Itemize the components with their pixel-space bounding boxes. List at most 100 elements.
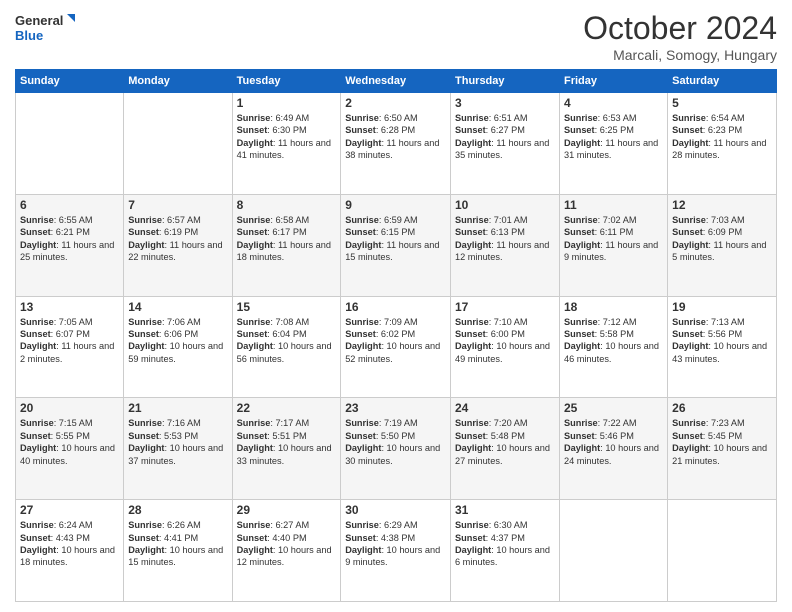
day-info: Sunrise: 7:10 AMSunset: 6:00 PMDaylight:… — [455, 316, 555, 366]
day-number: 23 — [345, 401, 446, 415]
day-number: 4 — [564, 96, 663, 110]
title-block: October 2024 Marcali, Somogy, Hungary — [583, 10, 777, 63]
day-info: Sunrise: 7:17 AMSunset: 5:51 PMDaylight:… — [237, 417, 337, 467]
day-info: Sunrise: 6:26 AMSunset: 4:41 PMDaylight:… — [128, 519, 227, 569]
day-info: Sunrise: 7:05 AMSunset: 6:07 PMDaylight:… — [20, 316, 119, 366]
day-info: Sunrise: 6:24 AMSunset: 4:43 PMDaylight:… — [20, 519, 119, 569]
day-number: 29 — [237, 503, 337, 517]
svg-text:General: General — [15, 13, 63, 28]
calendar-cell: 28Sunrise: 6:26 AMSunset: 4:41 PMDayligh… — [124, 500, 232, 602]
day-number: 2 — [345, 96, 446, 110]
calendar-cell: 5Sunrise: 6:54 AMSunset: 6:23 PMDaylight… — [668, 93, 777, 195]
day-info: Sunrise: 6:53 AMSunset: 6:25 PMDaylight:… — [564, 112, 663, 162]
day-info: Sunrise: 7:12 AMSunset: 5:58 PMDaylight:… — [564, 316, 663, 366]
day-info: Sunrise: 7:09 AMSunset: 6:02 PMDaylight:… — [345, 316, 446, 366]
day-info: Sunrise: 6:59 AMSunset: 6:15 PMDaylight:… — [345, 214, 446, 264]
day-info: Sunrise: 7:03 AMSunset: 6:09 PMDaylight:… — [672, 214, 772, 264]
day-number: 6 — [20, 198, 119, 212]
day-info: Sunrise: 6:29 AMSunset: 4:38 PMDaylight:… — [345, 519, 446, 569]
day-info: Sunrise: 7:19 AMSunset: 5:50 PMDaylight:… — [345, 417, 446, 467]
calendar-cell: 24Sunrise: 7:20 AMSunset: 5:48 PMDayligh… — [451, 398, 560, 500]
day-number: 16 — [345, 300, 446, 314]
day-number: 27 — [20, 503, 119, 517]
calendar-cell: 1Sunrise: 6:49 AMSunset: 6:30 PMDaylight… — [232, 93, 341, 195]
calendar-cell: 18Sunrise: 7:12 AMSunset: 5:58 PMDayligh… — [559, 296, 667, 398]
calendar-cell: 11Sunrise: 7:02 AMSunset: 6:11 PMDayligh… — [559, 194, 667, 296]
day-number: 13 — [20, 300, 119, 314]
day-number: 21 — [128, 401, 227, 415]
calendar-cell: 8 Sunrise: 6:58 AMSunset: 6:17 PMDaylight… — [232, 194, 341, 296]
day-number: 15 — [237, 300, 337, 314]
day-info: Sunrise: 7:02 AMSunset: 6:11 PMDaylight:… — [564, 214, 663, 264]
week-row-1: 1Sunrise: 6:49 AMSunset: 6:30 PMDaylight… — [16, 93, 777, 195]
day-number: 7 — [128, 198, 227, 212]
logo-svg: General Blue — [15, 10, 75, 46]
page: General Blue October 2024 Marcali, Somog… — [0, 0, 792, 612]
calendar-cell — [124, 93, 232, 195]
day-info: Sunrise: 7:08 AMSunset: 6:04 PMDaylight:… — [237, 316, 337, 366]
col-sunday: Sunday — [16, 70, 124, 93]
day-info: Sunrise: 7:22 AMSunset: 5:46 PMDaylight:… — [564, 417, 663, 467]
calendar-cell: 9 Sunrise: 6:59 AMSunset: 6:15 PMDaylight… — [341, 194, 451, 296]
calendar-cell: 26Sunrise: 7:23 AMSunset: 5:45 PMDayligh… — [668, 398, 777, 500]
day-number: 10 — [455, 198, 555, 212]
day-info: Sunrise: 6:50 AMSunset: 6:28 PMDaylight:… — [345, 112, 446, 162]
calendar-cell: 20 Sunrise: 7:15 AMSunset: 5:55 PMDayligh… — [16, 398, 124, 500]
day-info: Sunrise: 6:58 AMSunset: 6:17 PMDaylight:… — [237, 214, 337, 264]
day-info: Sunrise: 6:30 AMSunset: 4:37 PMDaylight:… — [455, 519, 555, 569]
calendar-cell: 30 Sunrise: 6:29 AMSunset: 4:38 PMDayligh… — [341, 500, 451, 602]
location-subtitle: Marcali, Somogy, Hungary — [583, 47, 777, 63]
day-number: 20 — [20, 401, 119, 415]
day-number: 14 — [128, 300, 227, 314]
day-number: 24 — [455, 401, 555, 415]
day-number: 31 — [455, 503, 555, 517]
calendar-header-row: Sunday Monday Tuesday Wednesday Thursday… — [16, 70, 777, 93]
day-number: 30 — [345, 503, 446, 517]
calendar-cell: 25 Sunrise: 7:22 AMSunset: 5:46 PMDayligh… — [559, 398, 667, 500]
day-number: 19 — [672, 300, 772, 314]
calendar-cell: 12 Sunrise: 7:03 AMSunset: 6:09 PMDayligh… — [668, 194, 777, 296]
col-friday: Friday — [559, 70, 667, 93]
col-monday: Monday — [124, 70, 232, 93]
month-title: October 2024 — [583, 10, 777, 47]
calendar-cell: 13 Sunrise: 7:05 AMSunset: 6:07 PMDayligh… — [16, 296, 124, 398]
col-tuesday: Tuesday — [232, 70, 341, 93]
calendar-cell — [559, 500, 667, 602]
calendar-cell: 29 Sunrise: 6:27 AMSunset: 4:40 PMDayligh… — [232, 500, 341, 602]
day-info: Sunrise: 7:16 AMSunset: 5:53 PMDaylight:… — [128, 417, 227, 467]
day-info: Sunrise: 7:15 AMSunset: 5:55 PMDaylight:… — [20, 417, 119, 467]
calendar-cell: 22 Sunrise: 7:17 AMSunset: 5:51 PMDayligh… — [232, 398, 341, 500]
week-row-3: 13 Sunrise: 7:05 AMSunset: 6:07 PMDayligh… — [16, 296, 777, 398]
calendar-cell: 10Sunrise: 7:01 AMSunset: 6:13 PMDayligh… — [451, 194, 560, 296]
day-number: 1 — [237, 96, 337, 110]
day-number: 12 — [672, 198, 772, 212]
calendar-cell: 6Sunrise: 6:55 AMSunset: 6:21 PMDaylight… — [16, 194, 124, 296]
day-number: 3 — [455, 96, 555, 110]
day-info: Sunrise: 6:51 AMSunset: 6:27 PMDaylight:… — [455, 112, 555, 162]
day-info: Sunrise: 6:57 AMSunset: 6:19 PMDaylight:… — [128, 214, 227, 264]
day-number: 8 — [237, 198, 337, 212]
calendar-cell: 15 Sunrise: 7:08 AMSunset: 6:04 PMDayligh… — [232, 296, 341, 398]
calendar-cell — [16, 93, 124, 195]
day-number: 25 — [564, 401, 663, 415]
week-row-2: 6Sunrise: 6:55 AMSunset: 6:21 PMDaylight… — [16, 194, 777, 296]
col-wednesday: Wednesday — [341, 70, 451, 93]
calendar-cell: 31 Sunrise: 6:30 AMSunset: 4:37 PMDayligh… — [451, 500, 560, 602]
calendar-cell: 14 Sunrise: 7:06 AMSunset: 6:06 PMDayligh… — [124, 296, 232, 398]
day-info: Sunrise: 6:27 AMSunset: 4:40 PMDaylight:… — [237, 519, 337, 569]
week-row-5: 27 Sunrise: 6:24 AMSunset: 4:43 PMDayligh… — [16, 500, 777, 602]
calendar-cell: 17Sunrise: 7:10 AMSunset: 6:00 PMDayligh… — [451, 296, 560, 398]
day-number: 5 — [672, 96, 772, 110]
week-row-4: 20 Sunrise: 7:15 AMSunset: 5:55 PMDayligh… — [16, 398, 777, 500]
col-thursday: Thursday — [451, 70, 560, 93]
calendar-body: 1Sunrise: 6:49 AMSunset: 6:30 PMDaylight… — [16, 93, 777, 602]
day-number: 22 — [237, 401, 337, 415]
calendar-cell: 21 Sunrise: 7:16 AMSunset: 5:53 PMDayligh… — [124, 398, 232, 500]
header: General Blue October 2024 Marcali, Somog… — [15, 10, 777, 63]
day-info: Sunrise: 7:06 AMSunset: 6:06 PMDaylight:… — [128, 316, 227, 366]
svg-text:Blue: Blue — [15, 28, 43, 43]
day-number: 9 — [345, 198, 446, 212]
calendar-cell: 7 Sunrise: 6:57 AMSunset: 6:19 PMDaylight… — [124, 194, 232, 296]
col-saturday: Saturday — [668, 70, 777, 93]
calendar-cell: 2 Sunrise: 6:50 AMSunset: 6:28 PMDaylight… — [341, 93, 451, 195]
